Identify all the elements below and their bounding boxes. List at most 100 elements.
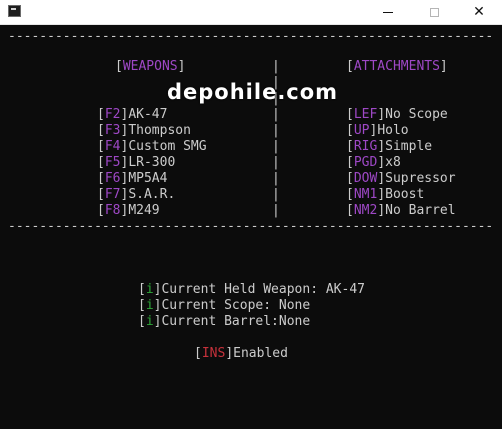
attachment-key: UP [353,123,370,138]
status-text: Current Held Weapon: AK-47 [161,282,365,297]
weapon-key: F2 [104,107,121,122]
bracket-open: [ [138,282,146,297]
attachment-name: Simple [385,139,433,154]
bracket-open: [ [97,107,105,122]
bracket-open: [ [97,203,105,218]
separator-bar: | [272,123,280,138]
weapon-name: M249 [128,203,160,218]
attachment-key: RIG [353,139,378,154]
weapon-item: [F7]S.A.R. [97,187,175,203]
weapon-item: [F6]MP5A4 [97,171,167,187]
weapon-name: Custom SMG [128,139,207,154]
attachment-item: [LEF]No Scope [346,107,448,123]
weapon-name: Thompson [128,123,191,138]
weapon-item: [F2]AK-47 [97,107,167,123]
weapon-key: F6 [104,171,121,186]
weapon-name: S.A.R. [128,187,176,202]
attachments-header-label: ATTACHMENTS [353,59,440,74]
attachment-key: NM2 [353,203,378,218]
bracket-open: [ [138,314,146,329]
bracket-open: [ [346,203,354,218]
attachment-item: [NM2]No Barrel [346,203,456,219]
bracket-open: [ [346,187,354,202]
weapons-header-label: WEAPONS [122,59,178,74]
separator-bar: | [272,187,280,202]
minimize-icon [383,11,393,13]
weapon-key: F4 [104,139,121,154]
bracket-open: [ [138,298,146,313]
bracket-open: [ [346,107,354,122]
weapon-item: [F8]M249 [97,203,160,219]
attachment-key: NM1 [353,187,378,202]
info-tag: i [145,298,154,313]
weapon-item: [F3]Thompson [97,123,191,139]
separator-bar: | [272,59,280,74]
attachment-name: Holo [377,123,409,138]
weapon-name: LR-300 [128,155,176,170]
attachment-name: Boost [385,187,425,202]
weapon-key: F8 [104,203,121,218]
window-titlebar[interactable]: ✕ [0,0,502,25]
separator-bar: | [272,139,280,154]
attachment-item: [PGD]x8 [346,155,401,171]
separator-bar: | [272,203,280,218]
separator-bar: | [272,171,280,186]
bracket-close: ] [377,155,386,170]
toggle-key: INS [201,346,226,361]
weapon-name: AK-47 [128,107,168,122]
separator-bar: | [272,155,280,170]
divider-top: ----------------------------------------… [8,29,494,44]
weapons-header: [WEAPONS] [115,59,186,74]
console-app-icon [8,5,21,17]
divider-bottom: ----------------------------------------… [8,219,494,234]
bracket-open: [ [346,171,354,186]
status-text: Current Barrel:None [161,314,311,329]
bracket-close: ] [377,171,386,186]
attachment-name: No Barrel [385,203,456,218]
bracket-close: ] [377,203,386,218]
status-line: [i]Current Scope: None [138,298,310,314]
close-icon: ✕ [473,4,485,20]
attachment-item: [DOW]Supressor [346,171,456,187]
attachment-key: DOW [353,171,378,186]
bracket-open: [ [97,171,105,186]
attachment-name: Supressor [385,171,456,186]
weapon-item: [F4]Custom SMG [97,139,207,155]
attachment-name: No Scope [385,107,448,122]
attachment-key: LEF [353,107,378,122]
bracket-open: [ [97,139,105,154]
weapon-item: [F5]LR-300 [97,155,175,171]
attachment-key: PGD [353,155,378,170]
weapon-name: MP5A4 [128,171,168,186]
toggle-status: Enabled [233,346,288,361]
separator-bar: | [272,107,280,122]
status-text: Current Scope: None [161,298,311,313]
bracket-open: [ [97,155,105,170]
attachment-item: [UP]Holo [346,123,409,139]
weapon-key: F3 [104,123,121,138]
status-line: [i]Current Held Weapon: AK-47 [138,282,365,298]
info-tag: i [145,282,154,297]
close-button[interactable]: ✕ [456,0,502,24]
attachment-name: x8 [385,155,401,170]
info-tag: i [145,314,154,329]
bracket-close: ] [377,187,386,202]
maximize-button[interactable] [411,0,457,24]
status-line: [i]Current Barrel:None [138,314,310,330]
watermark-logo: depohile.com [167,80,339,104]
bracket-open: [ [346,139,354,154]
attachments-header: [ATTACHMENTS] [346,59,448,74]
attachment-item: [NM1]Boost [346,187,424,203]
bracket-open: [ [346,155,354,170]
minimize-button[interactable] [365,0,411,24]
attachment-item: [RIG]Simple [346,139,432,155]
weapon-key: F5 [104,155,121,170]
maximize-icon [429,7,439,17]
toggle-line: [INS]Enabled [194,346,288,361]
weapon-key: F7 [104,187,121,202]
bracket-close: ] [377,107,386,122]
bracket-open: [ [97,123,105,138]
bracket-close: ] [377,139,386,154]
bracket-open: [ [346,123,354,138]
bracket-open: [ [97,187,105,202]
